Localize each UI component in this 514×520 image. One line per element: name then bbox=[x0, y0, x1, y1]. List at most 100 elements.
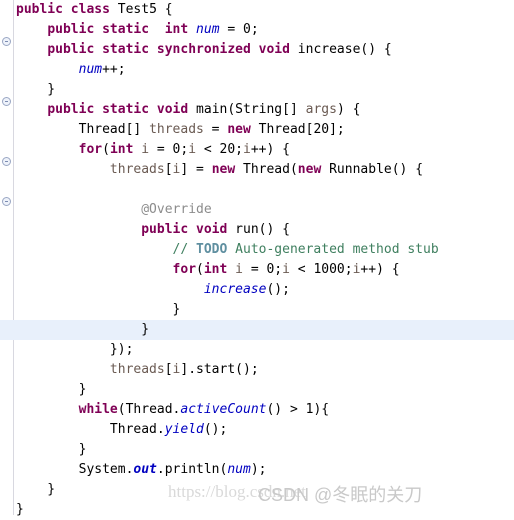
code-token: // bbox=[172, 242, 197, 257]
code-token: () > 1){ bbox=[266, 402, 330, 417]
code-token: void bbox=[196, 222, 228, 237]
code-token: }); bbox=[16, 342, 134, 357]
code-token: } bbox=[16, 82, 56, 97]
code-token: ++) { bbox=[250, 142, 290, 157]
code-line-3[interactable]: public static synchronized void increase… bbox=[0, 40, 514, 60]
code-line-18[interactable]: }); bbox=[0, 340, 514, 360]
code-line-15[interactable]: increase(); bbox=[0, 280, 514, 300]
code-token: = 0; bbox=[149, 142, 189, 157]
code-line-10[interactable] bbox=[0, 180, 514, 200]
code-line-1[interactable]: public class Test5 { bbox=[0, 0, 514, 20]
code-line-19[interactable]: threads[i].start(); bbox=[0, 360, 514, 380]
code-line-13[interactable]: // TODO Auto-generated method stub bbox=[0, 240, 514, 260]
code-token: i bbox=[188, 142, 197, 157]
code-token: } bbox=[16, 302, 181, 317]
code-token: for bbox=[172, 262, 197, 277]
code-line-12[interactable]: public void run() { bbox=[0, 220, 514, 240]
code-token: public bbox=[16, 2, 63, 17]
code-token: new bbox=[227, 122, 251, 137]
code-token: void bbox=[156, 102, 189, 117]
code-token: static bbox=[102, 22, 150, 37]
code-token: .println( bbox=[156, 462, 228, 477]
code-token: i bbox=[243, 142, 251, 157]
code-token: ); bbox=[250, 462, 267, 477]
code-token: num bbox=[196, 22, 220, 37]
code-line-26[interactable]: } bbox=[0, 500, 514, 520]
code-line-8[interactable]: for(int i = 0;i < 20;i++) { bbox=[0, 140, 514, 160]
watermark-author-tag: CSDN @冬眠的关刀 bbox=[258, 485, 423, 505]
code-token: activeCount bbox=[180, 402, 267, 417]
code-token: static bbox=[102, 42, 150, 57]
code-token: Thread[20]; bbox=[250, 122, 345, 137]
code-token: args bbox=[305, 102, 337, 117]
code-token: public bbox=[47, 22, 95, 37]
code-token: new bbox=[211, 162, 236, 177]
code-token: = 0; bbox=[219, 22, 259, 37]
code-token: run() { bbox=[227, 222, 290, 237]
code-token: static bbox=[102, 102, 150, 117]
code-token: for bbox=[78, 142, 103, 157]
code-line-20[interactable]: } bbox=[0, 380, 514, 400]
code-token: public bbox=[47, 102, 95, 117]
code-token: TODO bbox=[196, 242, 228, 257]
code-line-23[interactable]: } bbox=[0, 440, 514, 460]
code-token: Thread. bbox=[16, 422, 165, 437]
code-token: Test5 { bbox=[109, 2, 173, 17]
code-token: = bbox=[203, 122, 228, 137]
code-token: } bbox=[16, 382, 87, 397]
code-line-7[interactable]: Thread[] threads = new Thread[20]; bbox=[0, 120, 514, 140]
code-token: increase() { bbox=[289, 42, 392, 57]
code-token: ++; bbox=[102, 62, 126, 77]
code-token: threads bbox=[149, 122, 204, 137]
code-line-22[interactable]: Thread.yield(); bbox=[0, 420, 514, 440]
code-token: class bbox=[70, 2, 110, 17]
code-token: num bbox=[227, 462, 251, 477]
code-token: System. bbox=[16, 462, 134, 477]
code-line-9[interactable]: threads[i] = new Thread(new Runnable() { bbox=[0, 160, 514, 180]
code-text-area[interactable]: public class Test5 { public static int n… bbox=[0, 0, 514, 517]
code-line-5[interactable]: } bbox=[0, 80, 514, 100]
code-token: num bbox=[78, 62, 103, 77]
code-token: = 0; bbox=[243, 262, 283, 277]
code-token: while bbox=[78, 402, 118, 417]
code-token: Thread( bbox=[235, 162, 298, 177]
code-line-2[interactable]: public static int num = 0; bbox=[0, 20, 514, 40]
code-line-4[interactable]: num++; bbox=[0, 60, 514, 80]
code-token: threads bbox=[109, 162, 165, 177]
code-line-21[interactable]: while(Thread.activeCount() > 1){ bbox=[0, 400, 514, 420]
code-token: < 20; bbox=[196, 142, 244, 157]
code-token: i bbox=[141, 142, 150, 157]
code-token: @Override bbox=[141, 202, 212, 217]
code-line-16[interactable]: } bbox=[0, 300, 514, 320]
code-line-6[interactable]: public static void main(String[] args) { bbox=[0, 100, 514, 120]
code-token: i bbox=[282, 262, 290, 277]
code-token: ].start(); bbox=[180, 362, 259, 377]
code-line-11[interactable]: @Override bbox=[0, 200, 514, 220]
code-line-24[interactable]: System.out.println(num); bbox=[0, 460, 514, 480]
code-line-17[interactable]: } bbox=[0, 320, 514, 340]
code-line-14[interactable]: for(int i = 0;i < 1000;i++) { bbox=[0, 260, 514, 280]
code-token: void bbox=[258, 42, 290, 57]
code-token: main(String[] bbox=[188, 102, 306, 117]
code-token: } bbox=[16, 322, 150, 337]
code-editor[interactable]: public class Test5 { public static int n… bbox=[0, 0, 514, 517]
code-token: Auto-generated method stub bbox=[227, 242, 439, 257]
